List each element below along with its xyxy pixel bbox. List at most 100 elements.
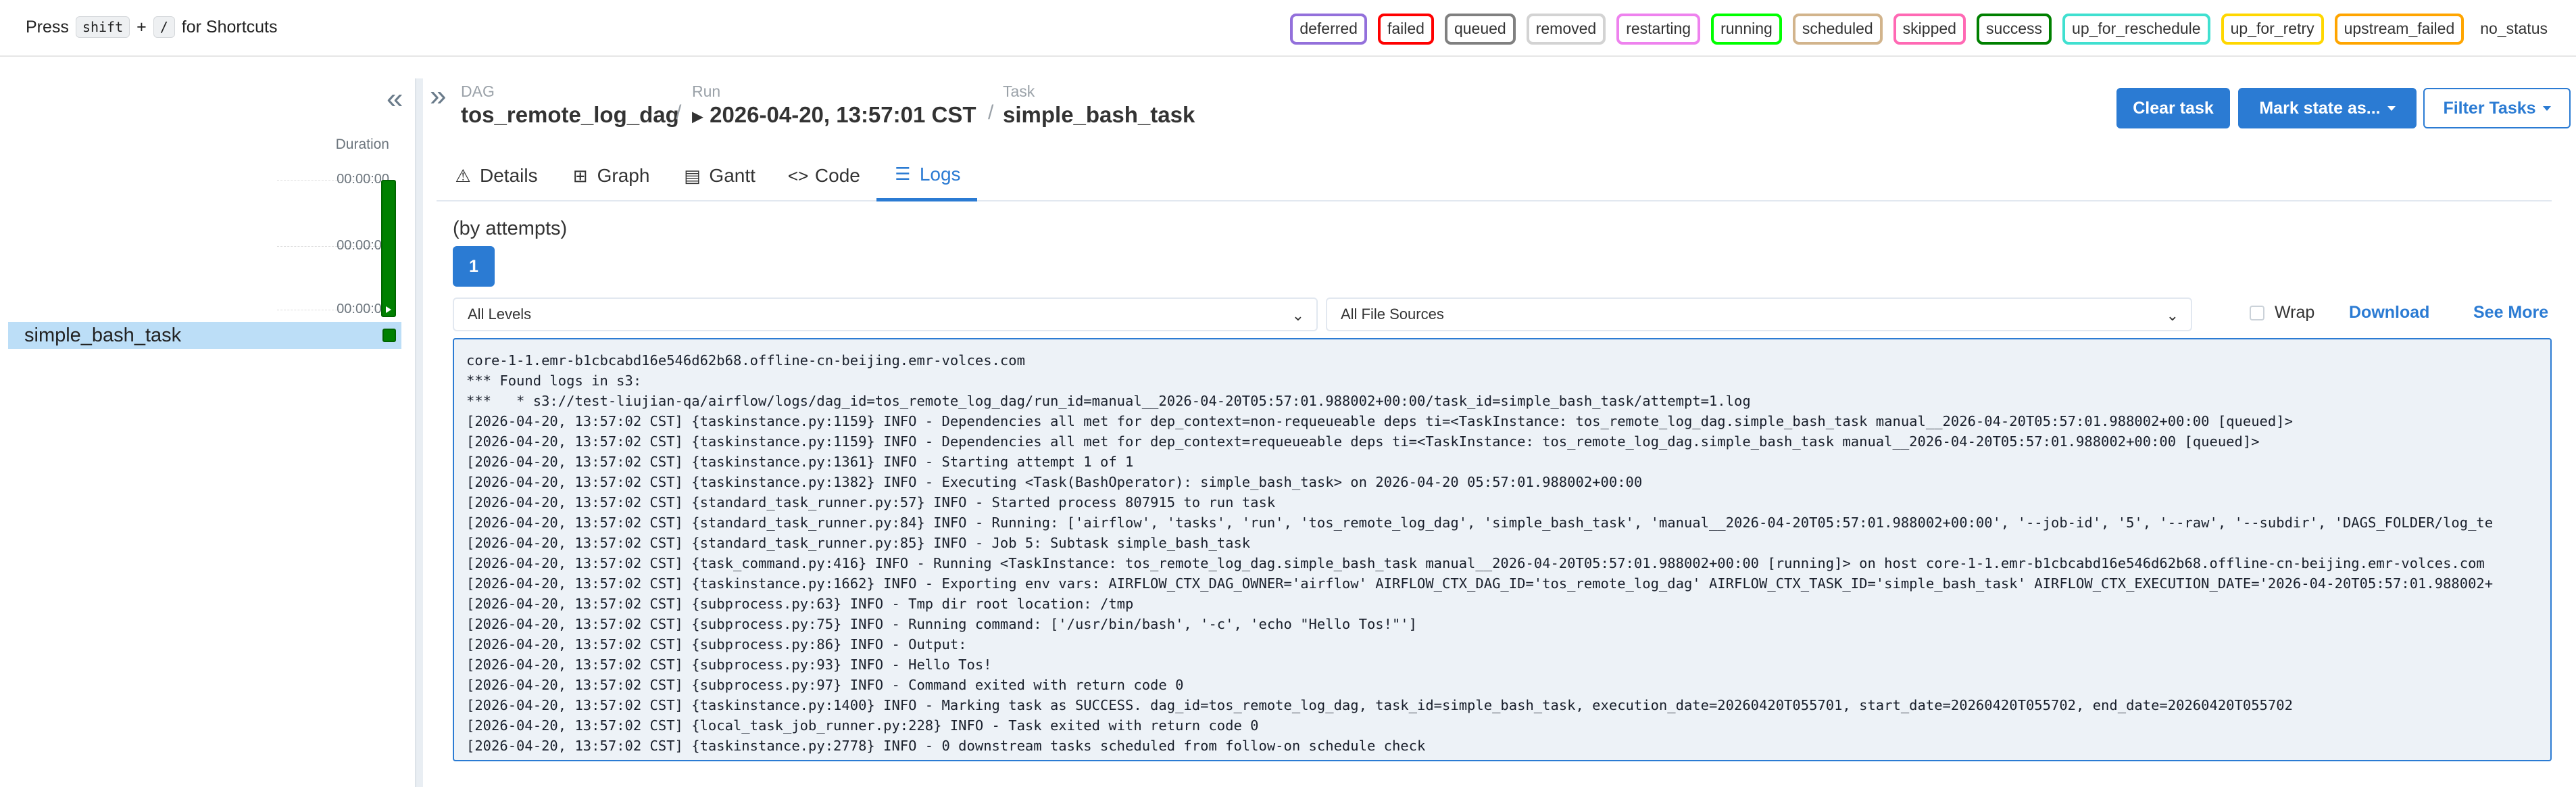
wrap-label[interactable]: Wrap	[2275, 303, 2314, 323]
tab-logs[interactable]: ☰ Logs	[876, 150, 977, 201]
tab-gantt[interactable]: ▤ Gantt	[666, 150, 771, 201]
log-line: *** Found logs in s3:	[466, 373, 642, 389]
logs-icon: ☰	[895, 164, 911, 184]
log-line: [2026-04-20, 13:57:02 CST] {subprocess.p…	[466, 596, 1134, 612]
task-row-simple-bash-task[interactable]: simple_bash_task	[8, 322, 401, 349]
tab-label: Gantt	[709, 165, 756, 186]
breadcrumb-separator: /	[988, 101, 994, 124]
task-name: simple_bash_task	[24, 324, 182, 346]
see-more-button[interactable]: See More	[2473, 303, 2548, 323]
caret-down-icon	[2387, 105, 2396, 111]
tab-details[interactable]: ⚠ Details	[437, 150, 554, 201]
log-line: [2026-04-20, 13:57:02 CST] {subprocess.p…	[466, 657, 992, 673]
task-tabs: ⚠ Details ⊞ Graph ▤ Gantt <> Code ☰ Logs	[437, 150, 2552, 201]
log-line: *** * s3://test-liujian-qa/airflow/logs/…	[466, 393, 1751, 409]
double-chevron-right-icon[interactable]: »	[430, 81, 446, 111]
breadcrumb-run-value[interactable]: ▶ 2026-04-20, 13:57:01 CST	[692, 102, 976, 128]
play-icon: ▶	[692, 108, 703, 125]
breadcrumb-run-label: Run	[692, 82, 721, 100]
log-line: [2026-04-20, 13:57:02 CST] {subprocess.p…	[466, 677, 1184, 693]
attempts-label: (by attempts)	[453, 218, 568, 239]
log-line: [2026-04-20, 13:57:02 CST] {subprocess.p…	[466, 636, 967, 652]
state-legend-success[interactable]: success	[1976, 14, 2052, 45]
breadcrumb-dag[interactable]: DAG tos_remote_log_dag	[461, 84, 679, 128]
state-legend-removed[interactable]: removed	[1526, 14, 1606, 45]
tab-label: Code	[814, 165, 860, 186]
shift-key: shift	[75, 16, 130, 38]
breadcrumb-dag-label: DAG	[461, 82, 495, 100]
state-legend-no-status[interactable]: no_status	[2475, 16, 2553, 41]
dag-run-duration-bar[interactable]	[381, 180, 396, 317]
tab-code[interactable]: <> Code	[772, 150, 876, 201]
log-line: [2026-04-20, 13:57:02 CST] {local_task_j…	[466, 717, 1259, 734]
log-line: [2026-04-20, 13:57:02 CST] {taskinstance…	[466, 474, 1643, 490]
log-line: [2026-04-20, 13:57:02 CST] {taskinstance…	[466, 575, 2494, 592]
wrap-checkbox[interactable]	[2250, 306, 2264, 320]
chevron-down-icon: ⌄	[1291, 307, 1304, 324]
chevron-down-icon: ⌄	[2166, 307, 2179, 324]
mark-state-button[interactable]: Mark state as...	[2238, 88, 2417, 128]
attempt-1-button[interactable]: 1	[453, 246, 495, 287]
log-line: [2026-04-20, 13:57:02 CST] {taskinstance…	[466, 697, 2293, 713]
clear-task-label: Clear task	[2133, 98, 2214, 118]
breadcrumb-run[interactable]: Run ▶ 2026-04-20, 13:57:01 CST	[692, 84, 976, 128]
state-legend-up-for-reschedule[interactable]: up_for_reschedule	[2062, 14, 2210, 45]
log-line: [2026-04-20, 13:57:02 CST] {standard_tas…	[466, 494, 1276, 510]
tab-label: Details	[480, 165, 538, 186]
shortcut-hint: Press shift + / for Shortcuts	[26, 16, 278, 38]
shortcut-suffix: for Shortcuts	[181, 17, 278, 37]
breadcrumb-task-label: Task	[1003, 82, 1035, 100]
log-line: [2026-04-20, 13:57:02 CST] {taskinstance…	[466, 413, 2293, 429]
graph-icon: ⊞	[572, 165, 588, 186]
panel-resize-handle[interactable]	[415, 78, 423, 787]
state-legend-failed[interactable]: failed	[1377, 14, 1434, 45]
log-output[interactable]: core-1-1.emr-b1cbcabd16e546d62b68.offlin…	[453, 338, 2552, 761]
warning-triangle-icon: ⚠	[455, 165, 471, 186]
log-line: [2026-04-20, 13:57:02 CST] {subprocess.p…	[466, 616, 1417, 632]
breadcrumb-dag-value[interactable]: tos_remote_log_dag	[461, 102, 679, 128]
grid-panel: « Duration 00:00:00 00:00:00 00:00:00 si…	[0, 58, 414, 787]
play-icon	[386, 306, 391, 313]
log-level-value: All Levels	[468, 306, 532, 323]
log-line: [2026-04-20, 13:57:02 CST] {standard_tas…	[466, 535, 1251, 551]
state-legend-skipped[interactable]: skipped	[1893, 14, 1966, 45]
state-legend-scheduled[interactable]: scheduled	[1792, 14, 1883, 45]
state-legend-restarting[interactable]: restarting	[1616, 14, 1701, 45]
tab-graph[interactable]: ⊞ Graph	[554, 150, 666, 201]
log-line: core-1-1.emr-b1cbcabd16e546d62b68.offlin…	[466, 352, 1025, 368]
log-line: [2026-04-20, 13:57:02 CST] {task_command…	[466, 555, 2485, 571]
log-line: [2026-04-20, 13:57:02 CST] {taskinstance…	[466, 433, 2260, 450]
state-legend-upstream-failed[interactable]: upstream_failed	[2334, 14, 2464, 45]
download-button[interactable]: Download	[2349, 303, 2429, 323]
clear-task-button[interactable]: Clear task	[2116, 88, 2230, 128]
tab-label: Logs	[919, 163, 961, 185]
file-source-select[interactable]: All File Sources ⌄	[1326, 297, 2192, 331]
slash-key: /	[153, 16, 175, 38]
log-line: [2026-04-20, 13:57:02 CST] {taskinstance…	[466, 738, 1426, 754]
filter-tasks-button[interactable]: Filter Tasks	[2423, 88, 2571, 128]
log-line: [2026-04-20, 13:57:02 CST] {taskinstance…	[466, 454, 1134, 470]
state-legend-queued[interactable]: queued	[1444, 14, 1516, 45]
run-value-text: 2026-04-20, 13:57:01 CST	[710, 102, 976, 127]
caret-down-icon	[2542, 105, 2551, 111]
mark-state-label: Mark state as...	[2259, 98, 2381, 118]
breadcrumb-separator: /	[676, 101, 682, 124]
breadcrumb-task[interactable]: Task simple_bash_task	[1003, 84, 1195, 128]
state-legend-running[interactable]: running	[1711, 14, 1782, 45]
state-legend: deferred failed queued removed restarting run…	[1290, 14, 2553, 45]
gantt-icon: ▤	[684, 165, 701, 186]
task-instance-status-box[interactable]	[382, 329, 396, 342]
tab-label: Graph	[597, 165, 650, 186]
state-legend-up-for-retry[interactable]: up_for_retry	[2221, 14, 2324, 45]
shortcut-prefix: Press	[26, 17, 69, 37]
breadcrumb-task-value[interactable]: simple_bash_task	[1003, 102, 1195, 128]
shortcut-plus: +	[137, 17, 147, 37]
log-level-select[interactable]: All Levels ⌄	[453, 297, 1318, 331]
state-legend-deferred[interactable]: deferred	[1290, 14, 1367, 45]
double-chevron-left-icon[interactable]: «	[387, 84, 403, 114]
file-source-value: All File Sources	[1341, 306, 1444, 323]
log-line: [2026-04-20, 13:57:02 CST] {standard_tas…	[466, 515, 2494, 531]
duration-label: Duration	[335, 137, 389, 152]
shortcuts-legend-bar: Press shift + / for Shortcuts deferred fa…	[0, 0, 2576, 57]
code-icon: <>	[787, 165, 809, 186]
